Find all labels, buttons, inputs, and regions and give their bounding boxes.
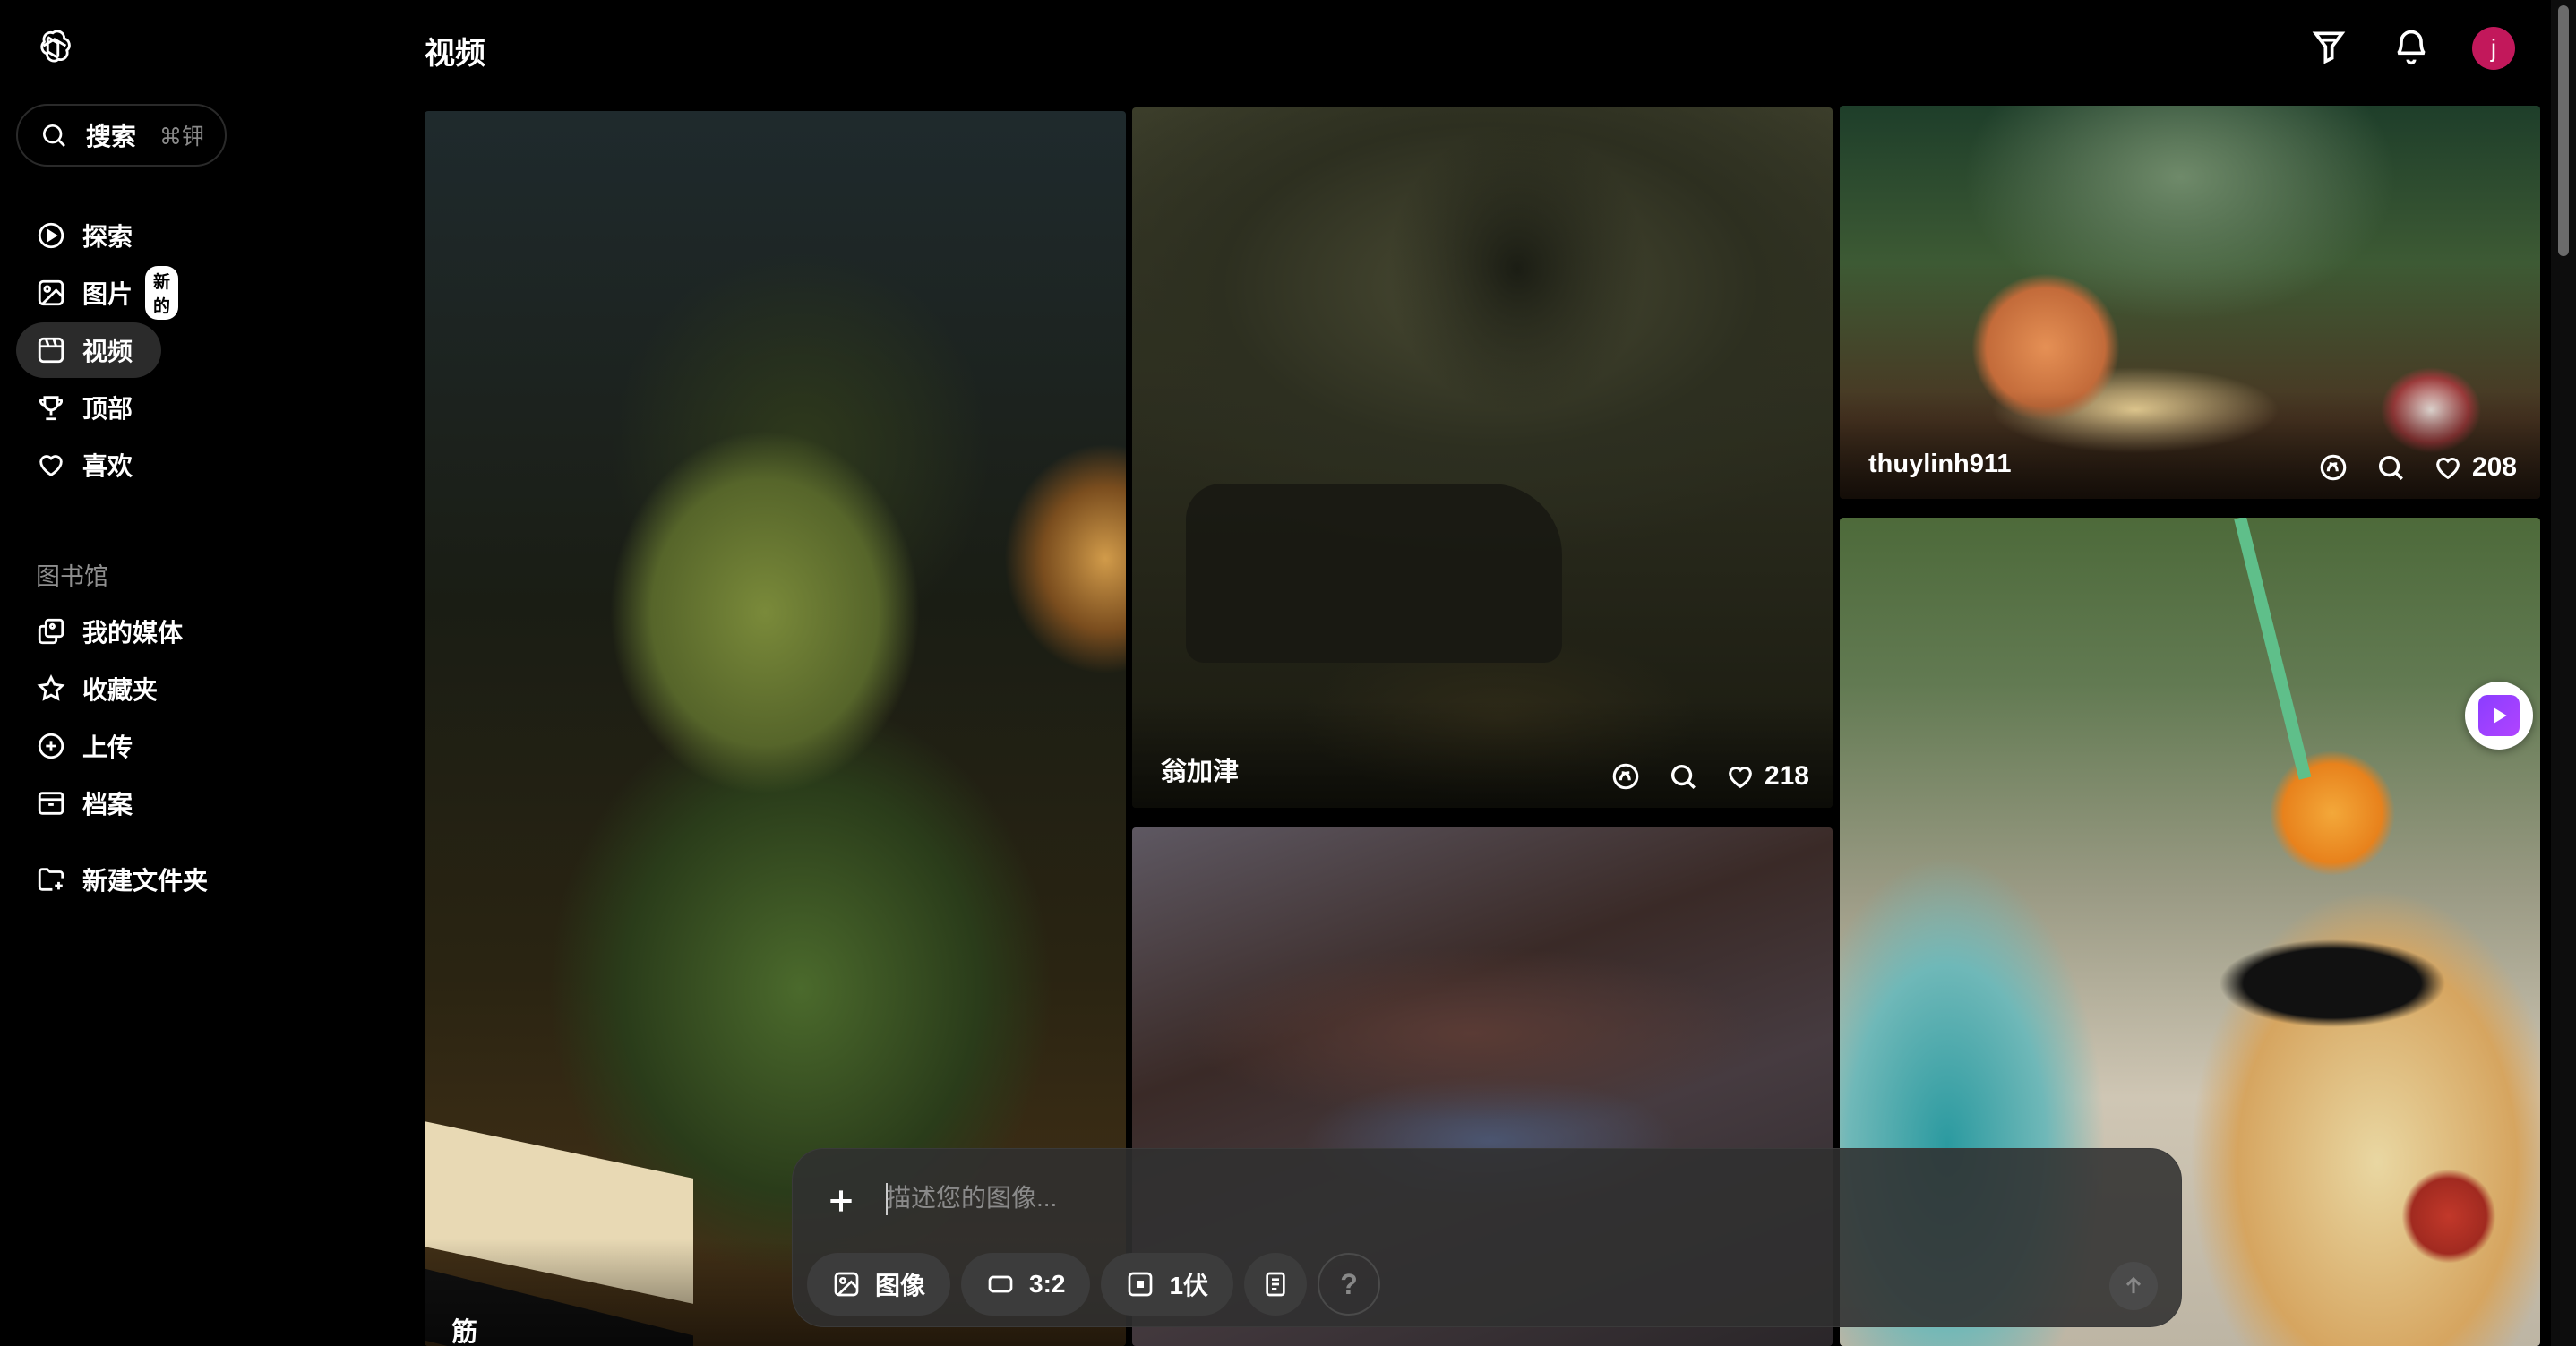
text-caret	[886, 1183, 888, 1215]
search-icon	[43, 124, 65, 147]
nav-label: 喜欢	[82, 452, 133, 480]
chip-label: 3:2	[1029, 1270, 1066, 1298]
composer-options: 图像 3:2 1伏 ?	[807, 1253, 1381, 1316]
like-button[interactable]: 218	[1725, 761, 1809, 792]
nav-item-likes[interactable]: 喜欢	[16, 437, 161, 493]
chip-label: 图像	[875, 1272, 926, 1299]
nav-label: 我的媒体	[82, 619, 184, 647]
remix-icon[interactable]	[2318, 452, 2348, 483]
nav-item-explore[interactable]: 探索	[16, 208, 161, 263]
like-count: 218	[1764, 761, 1809, 791]
bell-icon[interactable]	[2391, 27, 2431, 66]
variants-icon	[1129, 1272, 1153, 1297]
upload-icon	[38, 733, 64, 759]
nav-label: 视频	[82, 338, 133, 365]
video-card[interactable]: thuylinh911 208	[1840, 106, 2540, 499]
library-section-label: 图书馆	[36, 563, 108, 590]
image-icon	[834, 1272, 859, 1297]
heart-icon	[2436, 457, 2460, 480]
folder-plus-icon	[38, 868, 64, 891]
variants-chip[interactable]: 1伏	[1101, 1253, 1234, 1316]
nav-label: 档案	[82, 791, 133, 819]
nav-label: 顶部	[82, 395, 133, 423]
like-count: 208	[2471, 452, 2517, 482]
arrow-up-icon	[2125, 1276, 2142, 1294]
video-card[interactable]: 翁加津 218	[1132, 107, 1833, 808]
remix-icon[interactable]	[1610, 761, 1641, 792]
filter-icon[interactable]	[2309, 27, 2348, 66]
archive-icon	[38, 792, 64, 815]
nav-label: 收藏夹	[82, 676, 159, 704]
help-button[interactable]: ?	[1318, 1253, 1381, 1316]
nav-item-videos[interactable]: 视频	[16, 322, 161, 378]
card-author[interactable]: thuylinh911	[1868, 450, 2012, 479]
openai-logo-icon[interactable]	[32, 27, 73, 68]
nav-item-images[interactable]: 图片 新的	[16, 265, 179, 321]
sidebar: 搜索 ⌘钾 探索 图片 新的 视频 顶部 喜欢 图书馆 我的媒体 收藏夹 上传 …	[0, 0, 421, 1346]
prompt-composer: 图像 3:2 1伏 ?	[792, 1148, 2182, 1327]
search-icon[interactable]	[2375, 452, 2406, 483]
chip-label: 1伏	[1169, 1272, 1209, 1299]
card-overlay	[1840, 391, 2540, 499]
heart-icon	[1729, 766, 1752, 789]
nav-item-my-media[interactable]: 我的媒体	[16, 604, 285, 659]
play-extension-button[interactable]	[2465, 682, 2533, 750]
trophy-icon	[39, 396, 63, 421]
card-author[interactable]: 筋	[451, 1311, 477, 1346]
scrollbar[interactable]	[2551, 0, 2576, 1346]
nav-item-archive[interactable]: 档案	[16, 776, 285, 831]
aspect-ratio-chip[interactable]: 3:2	[961, 1253, 1091, 1316]
library-nav: 我的媒体 收藏夹 上传 档案	[16, 604, 392, 833]
prompt-input[interactable]	[886, 1176, 1961, 1221]
card-thumbnail-detail	[2234, 518, 2312, 780]
explore-icon	[38, 222, 64, 249]
page-title: 视频	[425, 37, 485, 71]
plus-icon[interactable]	[823, 1183, 859, 1219]
card-actions: 208	[2318, 452, 2517, 483]
nav-label: 探索	[82, 223, 133, 251]
star-icon	[37, 673, 65, 701]
search-button[interactable]: 搜索 ⌘钾	[16, 104, 227, 167]
new-badge: 新的	[145, 266, 179, 320]
nav-label: 上传	[82, 733, 133, 761]
user-avatar[interactable]: j	[2472, 27, 2515, 70]
new-folder-label: 新建文件夹	[82, 867, 209, 895]
card-actions: 218	[1610, 761, 1809, 792]
play-icon	[2478, 695, 2520, 736]
nav-label: 图片	[82, 280, 133, 308]
presets-button[interactable]	[1244, 1253, 1308, 1316]
card-thumbnail-detail	[1186, 484, 1562, 663]
new-folder-button[interactable]: 新建文件夹	[36, 862, 208, 897]
nav-item-upload[interactable]: 上传	[16, 718, 285, 774]
search-icon[interactable]	[1668, 761, 1698, 792]
scrollbar-thumb[interactable]	[2558, 5, 2569, 256]
search-label: 搜索	[86, 123, 137, 150]
search-shortcut: ⌘钾	[159, 124, 205, 150]
nav-item-favorites[interactable]: 收藏夹	[16, 661, 285, 716]
main-nav: 探索 图片 新的 视频 顶部 喜欢	[16, 208, 392, 494]
like-button[interactable]: 208	[2433, 452, 2517, 483]
send-button[interactable]	[2109, 1262, 2158, 1310]
media-icon	[38, 618, 64, 645]
mode-chip[interactable]: 图像	[807, 1253, 951, 1316]
document-icon	[1266, 1272, 1285, 1297]
nav-item-top[interactable]: 顶部	[16, 380, 161, 435]
aspect-ratio-icon	[988, 1275, 1013, 1293]
images-icon	[38, 279, 64, 306]
heart-icon	[39, 455, 63, 476]
video-icon	[38, 337, 64, 364]
card-author[interactable]: 翁加津	[1161, 750, 1239, 788]
